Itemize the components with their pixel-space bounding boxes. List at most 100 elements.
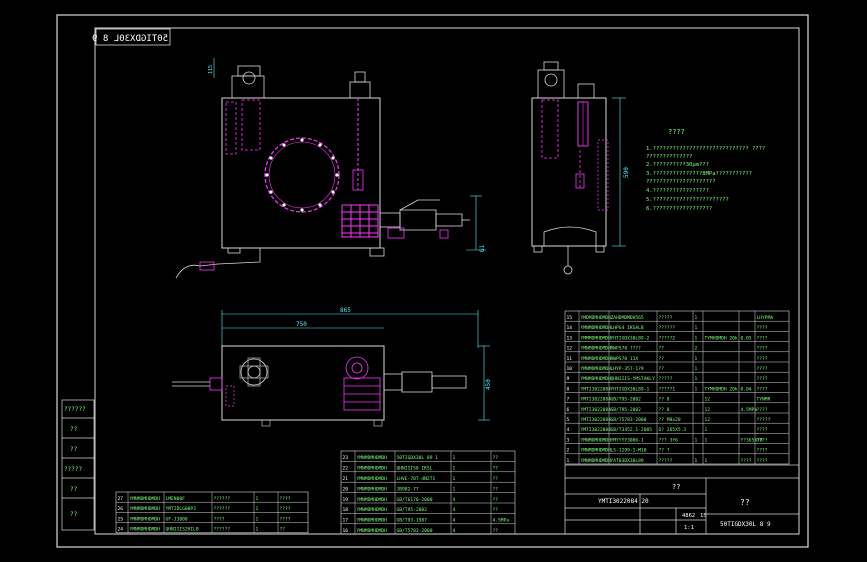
bom-cell-no: 15 — [567, 315, 573, 321]
bom-cell-name: GB/T5783-2000 — [397, 528, 433, 534]
bom-cell-code: YMNMDMHDMDH — [581, 366, 612, 372]
bom-cell-name: YHTIGDX30L89-1 — [611, 386, 650, 392]
bom-cell-note: ????? — [659, 376, 673, 382]
bom-cell-name: YMYYYY3086-1 — [611, 437, 644, 443]
bom-cell-no: 4 — [567, 427, 570, 433]
bom-cell-no: 23 — [343, 455, 349, 461]
bom-cell-total: ???? — [757, 437, 768, 443]
bom-cell-no: 2 — [567, 448, 570, 454]
bom-cell-no: 12 — [567, 346, 573, 352]
bom-cell-name: QHNIIIS-YMSTAKLY — [611, 376, 655, 382]
bom-cell-no: 25 — [118, 516, 124, 522]
bom-cell-name: LHPG4 IKSALB — [611, 325, 644, 331]
stamp-label: ?????? — [64, 406, 86, 413]
bom-cell-no: 7 — [567, 397, 570, 403]
bom-cell-total: ???? — [757, 356, 768, 362]
bom-cell-no: 8 — [567, 386, 570, 392]
bom-cell-w: ???? — [741, 458, 752, 464]
title-sheet-left: 4862 — [682, 513, 695, 519]
left-small-dim: 115 — [208, 65, 214, 74]
bom-cell-code: YMTI3022084 — [581, 397, 612, 403]
bom-cell-qty: 1 — [695, 458, 698, 464]
bom-cell-name: LS-1299-1-M10 — [611, 448, 647, 454]
bom-cell-no: 26 — [118, 506, 124, 512]
bom-cell-name: 50TIGDX30L 89 1 — [397, 455, 439, 461]
note-line: 3.???????????????8MPa??????????? — [646, 171, 752, 177]
bom-cell-name: RWPS70 ???? — [611, 346, 642, 352]
bom-cell-qty: 4 — [453, 518, 456, 524]
bom-cell-note: ?? — [493, 497, 499, 503]
bom-cell-w: 0.04 — [741, 386, 752, 392]
stamp-label: ?? — [70, 511, 78, 518]
bom-cell-qty: 1 — [453, 476, 456, 482]
stamp-label: ????? — [64, 466, 82, 473]
bom-cell-code: YMTI3022084 — [581, 427, 612, 433]
bom-cell-qty: 2 — [695, 346, 698, 352]
bom-cell-note: O? 265X5.3 — [659, 427, 687, 433]
outlet-dim-label: G1 — [479, 244, 486, 252]
bom-cell-note: ?????? — [214, 496, 231, 502]
bom-cell-note: ?????2 — [659, 335, 676, 341]
bom-cell-total: ????? — [757, 417, 771, 423]
bom-cell-note: ?? ? — [659, 448, 670, 454]
bom-cell-name: GB/T3452.1-2005 — [611, 427, 653, 433]
bom-cell-qty: 1 — [695, 315, 698, 321]
bom-cell-name: YHTIGDX30L89-2 — [611, 335, 650, 341]
stamp-label: ?? — [70, 486, 78, 493]
bom-cell-no: 24 — [118, 527, 124, 533]
top-inner-dim: 750 — [296, 321, 307, 328]
bom-cell-note: ????? — [659, 315, 673, 321]
bom-cell-no: 10 — [567, 366, 573, 372]
bom-cell-qty: 1 — [453, 486, 456, 492]
bom-cell-m: ???? — [280, 516, 291, 522]
bom-cell-no: 22 — [343, 466, 349, 472]
bom-cell-note: ?? — [659, 346, 665, 352]
bom-cell-code: YMTI3022084 — [581, 386, 612, 392]
bom-cell-m: ?? — [280, 527, 286, 533]
bom-cell-no: 6 — [567, 407, 570, 413]
bom-cell-no: 19 — [343, 497, 349, 503]
bom-cell-note: ?? — [659, 356, 665, 362]
bom-cell-qty: 1 — [695, 325, 698, 331]
bom-cell-mat: 1 — [705, 458, 708, 464]
bom-cell-qty: 1 — [256, 506, 259, 512]
bom-cell-name: LHYP-35T-1?9 — [611, 366, 644, 372]
bom-cell-name: GB/T6170-2000 — [397, 497, 433, 503]
bom-cell-no: 5 — [567, 417, 570, 423]
title-unknown: ?? — [672, 483, 680, 491]
stamp-label: ?? — [70, 426, 78, 433]
bom-cell-note: ?????? — [214, 506, 231, 512]
bom-cell-qty: 4 — [453, 497, 456, 503]
bom-cell-qty: 4 — [453, 528, 456, 534]
bom-cell-no: 18 — [343, 507, 349, 513]
bom-cell-name: QHNIIIS2HILB — [166, 527, 199, 533]
bom-cell-qty: 1 — [695, 356, 698, 362]
bom-cell-name: JB982-77 — [397, 486, 419, 492]
bom-cell-code: YMTI3022084 — [581, 407, 612, 413]
bom-cell-mat: 12 — [705, 417, 711, 423]
plan-depth-dim: 450 — [485, 379, 492, 390]
bom-cell-qty: 1 — [256, 527, 259, 533]
bom-cell-code: YMNMDMHDMDH — [357, 486, 388, 492]
bom-cell-mat: 12 — [705, 397, 711, 403]
bom-cell-note: ????? — [659, 458, 673, 464]
bom-cell-name: LMEN00F — [166, 496, 186, 502]
bom-cell-total: ???? — [757, 427, 768, 433]
bom-cell-note: ?? — [493, 528, 499, 534]
bom-cell-no: 16 — [343, 528, 349, 534]
bom-cell-m: ???? — [280, 496, 291, 502]
bom-cell-total: ???? — [757, 366, 768, 372]
bom-cell-mat: TYMHDMDH 20k — [705, 386, 738, 392]
title-scale: 1:1 — [684, 525, 694, 531]
bom-cell-code: YMMMDMHDMDH — [581, 335, 612, 341]
top-width-dim: 865 — [340, 307, 351, 314]
bom-cell-note: ?? — [659, 366, 665, 372]
bom-cell-qty: 1 — [695, 376, 698, 382]
bom-cell-total: ???? — [757, 448, 768, 454]
bom-cell-code: YMNMDMHDMDH — [581, 437, 612, 443]
bom-cell-qty: 1 — [695, 335, 698, 341]
bom-cell-note: ?? M8x20 — [659, 417, 681, 423]
notes-heading: ???? — [668, 128, 685, 136]
bom-cell-no: 21 — [343, 476, 349, 482]
title-code-line: YMTI3022084 20 — [598, 498, 649, 505]
